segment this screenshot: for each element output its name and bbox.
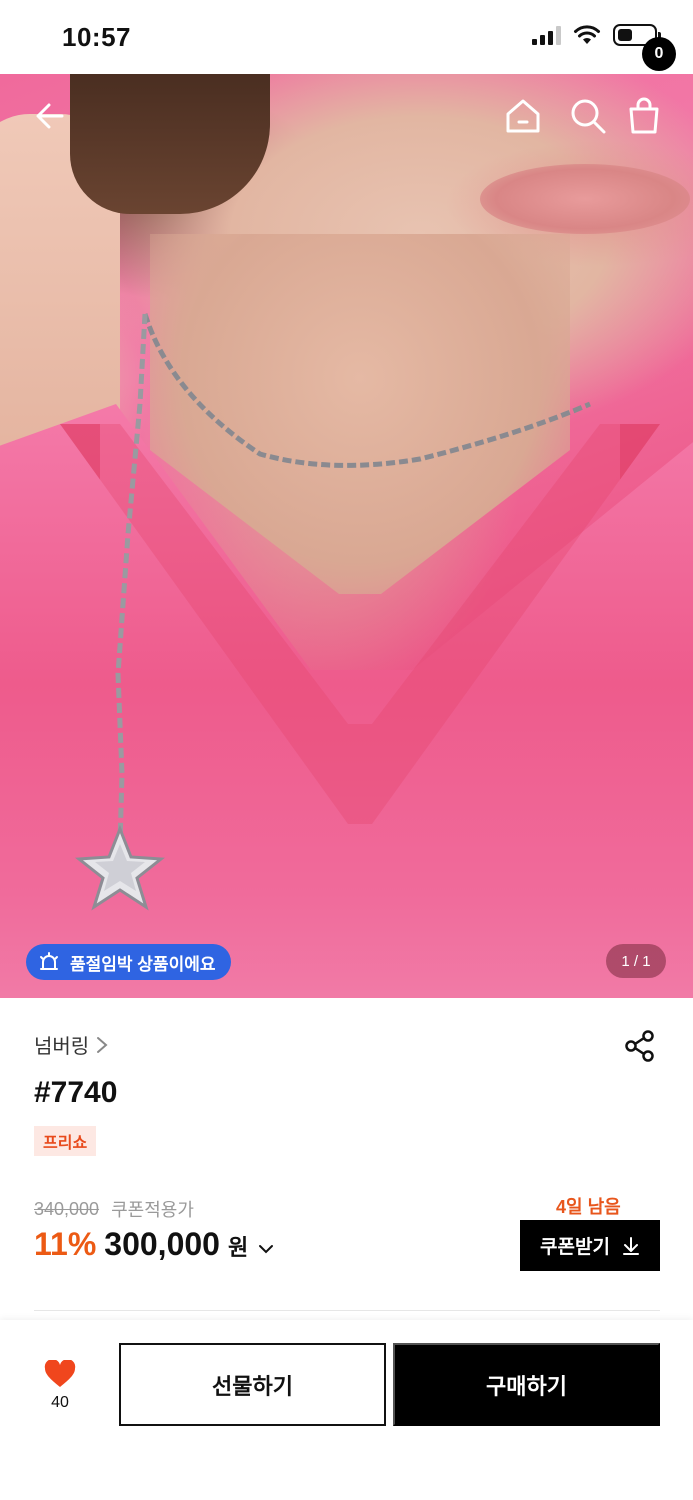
like-count: 40 — [51, 1394, 69, 1411]
product-title: #7740 — [34, 1076, 118, 1109]
price-row[interactable]: 11% 300,000 원 — [34, 1226, 274, 1263]
status-icons — [532, 24, 661, 46]
shopping-bag-icon[interactable] — [624, 96, 664, 136]
discount-rate: 11% — [34, 1226, 97, 1262]
share-icon[interactable] — [622, 1028, 658, 1064]
low-stock-badge: 품절임박 상품이에요 — [26, 944, 232, 980]
image-page-counter: 1 / 1 — [606, 944, 666, 978]
gift-button[interactable]: 선물하기 — [119, 1343, 386, 1426]
necklace-illustration — [75, 313, 591, 911]
status-bar: 10:57 — [0, 0, 693, 74]
get-coupon-button[interactable]: 쿠폰받기 — [520, 1220, 660, 1271]
get-coupon-label: 쿠폰받기 — [540, 1237, 610, 1258]
divider — [34, 1310, 660, 1311]
sale-price: 300,000 — [104, 1226, 220, 1262]
like-button[interactable]: 40 — [36, 1360, 84, 1424]
bottom-action-bar: 40 선물하기 구매하기 — [0, 1320, 693, 1500]
preshow-tag: 프리쇼 — [34, 1126, 97, 1156]
wifi-icon — [574, 25, 600, 44]
original-price-row: 340,000 쿠폰적용가 — [34, 1196, 194, 1222]
chevron-right-icon — [97, 1036, 108, 1053]
download-icon — [622, 1236, 639, 1255]
cart-count-badge[interactable]: 0 — [642, 37, 676, 71]
low-stock-text: 품절임박 상품이에요 — [70, 954, 216, 974]
heart-icon — [44, 1360, 76, 1387]
original-price: 340,000 — [34, 1198, 100, 1219]
price-unit: 원 — [227, 1235, 249, 1260]
arrow-left-icon[interactable] — [30, 96, 70, 136]
coupon-days-left: 4일 남음 — [556, 1197, 621, 1217]
alarm-icon — [40, 952, 58, 970]
cellular-signal-icon — [532, 25, 561, 45]
brand-link[interactable]: 넘버링 — [34, 1030, 109, 1059]
buy-button[interactable]: 구매하기 — [393, 1343, 660, 1426]
search-icon[interactable] — [568, 96, 608, 136]
coupon-price-label: 쿠폰적용가 — [111, 1200, 194, 1220]
brand-name: 넘버링 — [34, 1036, 90, 1058]
product-image[interactable] — [0, 74, 693, 998]
status-time: 10:57 — [62, 22, 131, 52]
image-top-nav — [0, 74, 693, 164]
chevron-down-icon[interactable] — [258, 1243, 274, 1255]
home-icon[interactable] — [503, 96, 543, 136]
